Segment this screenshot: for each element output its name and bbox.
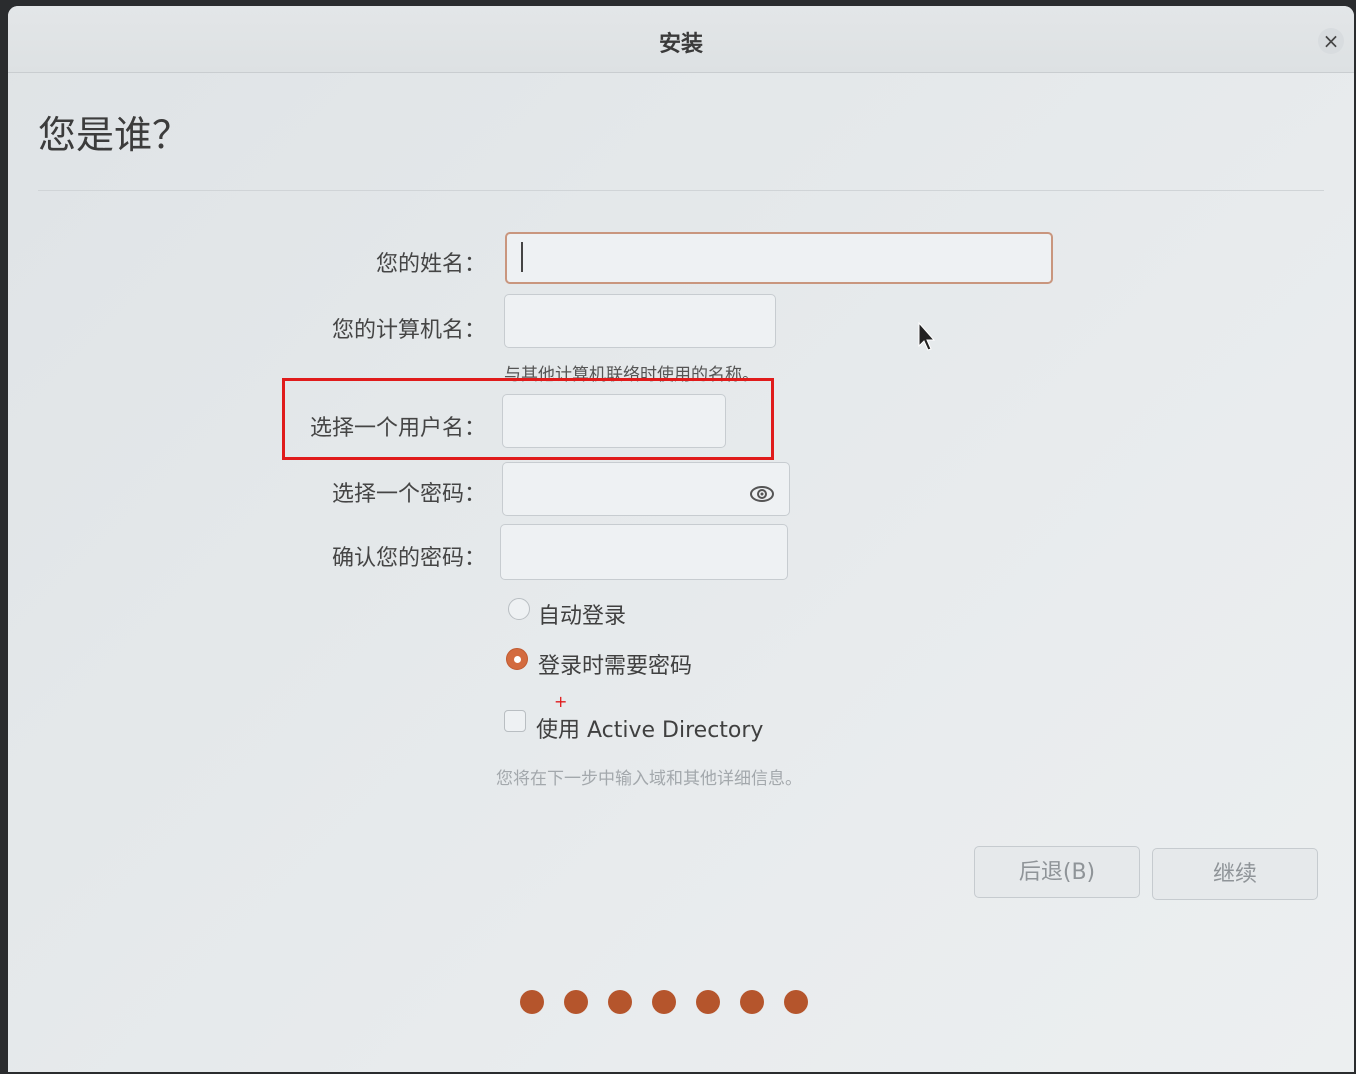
highlight-annotation [282, 378, 774, 460]
page-title: 您是谁？ [38, 113, 191, 157]
auto-login-radio[interactable] [508, 598, 530, 620]
installer-window: 安装 × 您是谁？ 您的姓名： 您的计算机名： 与其他计算机联络时使用的名称。 … [8, 6, 1354, 1072]
divider [38, 190, 1324, 191]
progress-dot [520, 990, 544, 1014]
confirm-password-input[interactable] [500, 524, 788, 580]
name-label: 您的姓名： [375, 252, 486, 277]
window-title: 安装 [658, 32, 703, 57]
password-label: 选择一个密码： [331, 482, 486, 507]
active-directory-label: 使用 Active Directory [536, 718, 764, 743]
confirm-password-label: 确认您的密码： [331, 546, 486, 571]
crosshair-marker-icon: + [554, 692, 568, 711]
auto-login-label: 自动登录 [538, 604, 627, 629]
progress-dot [564, 990, 588, 1014]
active-directory-checkbox[interactable] [504, 710, 526, 732]
eye-icon[interactable] [748, 480, 776, 508]
progress-dot [608, 990, 632, 1014]
progress-dot [652, 990, 676, 1014]
text-caret [521, 242, 523, 272]
progress-dot [784, 990, 808, 1014]
close-icon[interactable]: × [1318, 28, 1344, 54]
title-bar: 安装 × [8, 6, 1354, 73]
continue-button[interactable]: 继续 [1152, 848, 1318, 900]
computer-name-label: 您的计算机名： [331, 318, 486, 343]
mouse-pointer-icon [918, 322, 936, 351]
password-input[interactable] [502, 462, 790, 516]
active-directory-hint: 您将在下一步中输入域和其他详细信息。 [496, 769, 802, 789]
name-input[interactable] [505, 232, 1053, 284]
computer-name-input[interactable] [504, 294, 776, 348]
require-password-label: 登录时需要密码 [538, 654, 693, 679]
require-password-radio[interactable] [506, 648, 528, 670]
progress-dot [740, 990, 764, 1014]
progress-dot [696, 990, 720, 1014]
back-button[interactable]: 后退(B) [974, 846, 1140, 898]
